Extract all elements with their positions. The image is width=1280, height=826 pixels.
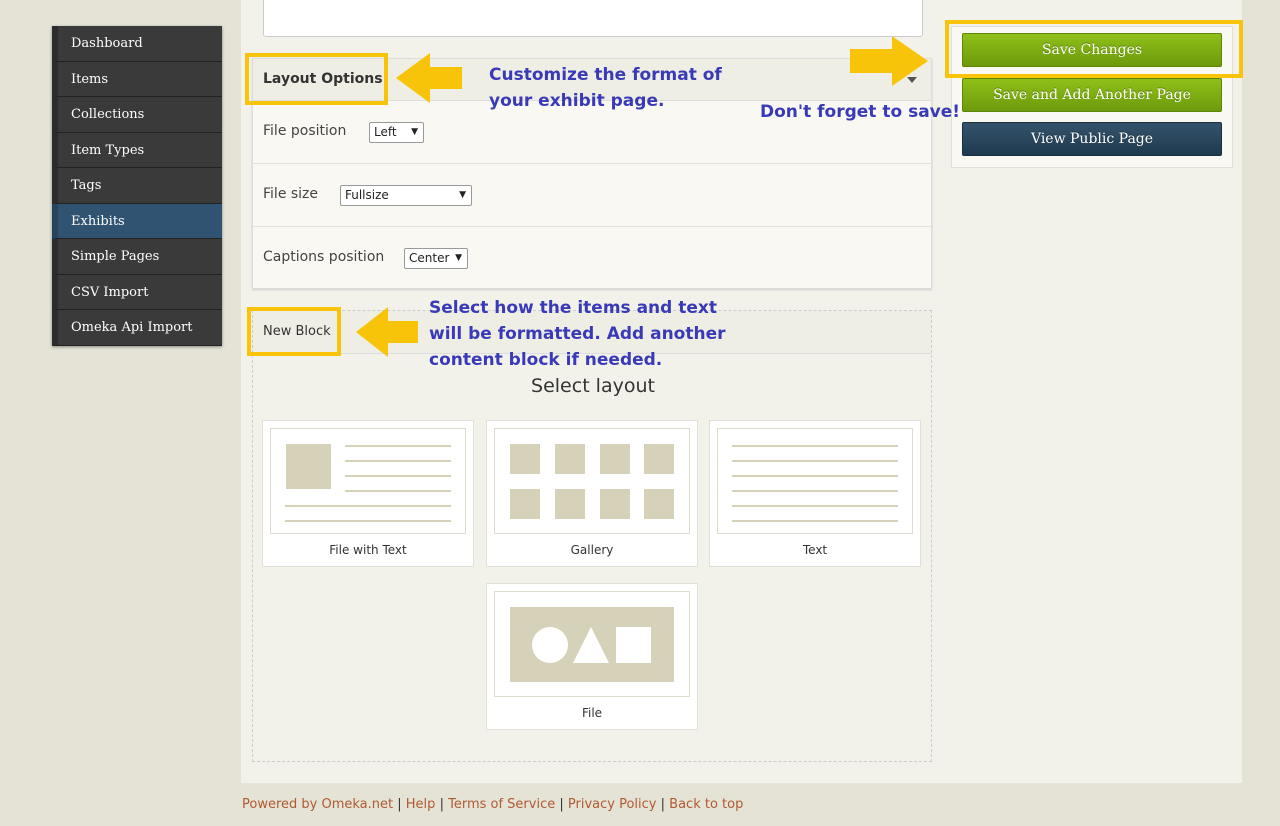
file-with-text-thumbnail: [270, 428, 466, 534]
text-thumbnail: [717, 428, 913, 534]
new-block-annotation: Select how the items and text will be fo…: [429, 295, 726, 373]
annotation-line: Select how the items and text: [429, 298, 717, 318]
file-position-value: Left: [374, 125, 397, 139]
separator: |: [559, 797, 564, 812]
terms-link[interactable]: Terms of Service: [448, 797, 555, 812]
sidebar-item-omeka-api-import[interactable]: Omeka Api Import: [52, 310, 222, 346]
file-position-label: File position: [263, 123, 347, 139]
captions-position-value: Center: [409, 251, 450, 265]
separator: |: [397, 797, 402, 812]
gallery-thumbnail: [494, 428, 690, 534]
sidebar-item-tags[interactable]: Tags: [52, 168, 222, 204]
sidebar-item-exhibits[interactable]: Exhibits: [52, 203, 222, 239]
captions-position-select[interactable]: Center ▼: [404, 248, 468, 269]
file-size-value: Fullsize: [345, 188, 389, 202]
captions-position-row: Captions position Center ▼: [253, 227, 931, 290]
separator: |: [660, 797, 666, 812]
sidebar-item-csv-import[interactable]: CSV Import: [52, 274, 222, 310]
dropdown-arrow-icon: ▼: [411, 127, 418, 137]
view-public-page-button[interactable]: View Public Page: [962, 122, 1222, 156]
annotation-line: Customize the format of: [489, 65, 722, 85]
sidebar-item-items[interactable]: Items: [52, 61, 222, 97]
separator: |: [439, 797, 444, 812]
annotation-line: content block if needed.: [429, 350, 663, 370]
save-changes-highlight: [945, 20, 1243, 78]
file-size-label: File size: [263, 186, 319, 202]
layout-text[interactable]: Text: [709, 420, 921, 567]
save-annotation: Don't forget to save!: [760, 102, 961, 122]
captions-position-label: Captions position: [263, 249, 385, 265]
sidebar-item-collections[interactable]: Collections: [52, 97, 222, 133]
help-link[interactable]: Help: [406, 797, 436, 812]
select-layout-heading: Select layout: [531, 375, 655, 397]
save-and-add-page-button[interactable]: Save and Add Another Page: [962, 78, 1222, 112]
layout-label: File: [581, 706, 603, 720]
dropdown-arrow-icon: ▼: [459, 190, 466, 200]
powered-by-link[interactable]: Powered by Omeka.net: [242, 797, 393, 812]
layout-label: Gallery: [570, 543, 614, 557]
sidebar-item-dashboard[interactable]: Dashboard: [52, 26, 222, 62]
back-to-top-link[interactable]: Back to top: [669, 797, 743, 812]
sidebar-nav: Dashboard Items Collections Item Types T…: [52, 26, 222, 346]
file-thumbnail: [494, 591, 690, 697]
layout-file[interactable]: File: [486, 583, 698, 730]
privacy-link[interactable]: Privacy Policy: [568, 797, 657, 812]
file-position-select[interactable]: Left ▼: [369, 122, 424, 143]
left-arrow-icon: [396, 53, 462, 103]
annotation-line: will be formatted. Add another: [429, 324, 726, 344]
layout-label: File with Text: [329, 543, 407, 557]
sidebar-item-item-types[interactable]: Item Types: [52, 132, 222, 168]
shapes-icon: [532, 627, 651, 663]
sidebar-item-simple-pages[interactable]: Simple Pages: [52, 239, 222, 275]
left-arrow-icon: [356, 307, 418, 357]
file-size-select[interactable]: Fullsize ▼: [340, 185, 472, 206]
page-content-textarea[interactable]: [263, 0, 923, 37]
dropdown-arrow-icon: ▼: [455, 253, 462, 263]
new-block-highlight: [247, 307, 341, 356]
footer: Powered by Omeka.net | Help | Terms of S…: [242, 797, 743, 812]
layout-label: Text: [802, 543, 828, 557]
annotation-line: your exhibit page.: [489, 91, 665, 111]
layout-options-highlight: [245, 53, 388, 105]
layout-file-with-text[interactable]: File with Text: [262, 420, 474, 567]
layout-options-annotation: Customize the format of your exhibit pag…: [489, 62, 722, 114]
file-size-row: File size Fullsize ▼: [253, 164, 931, 227]
right-arrow-icon: [850, 36, 928, 86]
layout-gallery[interactable]: Gallery: [486, 420, 698, 567]
